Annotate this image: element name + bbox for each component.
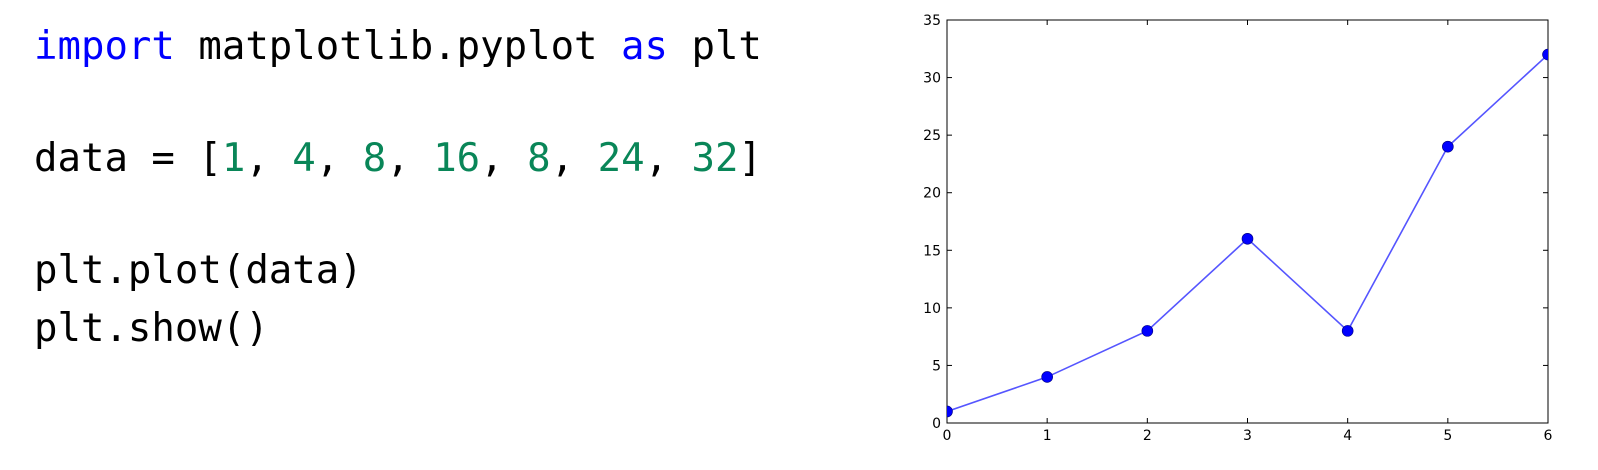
x-tick-label: 0 — [943, 428, 952, 444]
x-tick-label: 5 — [1443, 428, 1452, 444]
keyword-import: import — [34, 24, 175, 69]
data-point — [1241, 232, 1254, 245]
data-value: 8 — [527, 136, 551, 181]
list-close: ] — [738, 136, 762, 181]
y-tick-label: 35 — [923, 13, 941, 29]
y-tick-label: 30 — [923, 71, 941, 87]
x-tick-label: 1 — [1043, 428, 1052, 444]
line-chart: 0 1 2 3 4 5 6 0 5 10 15 20 25 30 35 — [890, 0, 1590, 470]
chart-svg: 0 1 2 3 4 5 6 0 5 10 15 20 25 30 35 — [923, 13, 1553, 444]
data-value: 16 — [433, 136, 481, 181]
plot-frame — [946, 19, 1549, 424]
code-snippet: import matplotlib.pyplot as plt data = [… — [34, 0, 864, 470]
separator: , — [315, 136, 363, 181]
separator: , — [480, 136, 528, 181]
separator: , — [245, 136, 293, 181]
data-point — [1542, 48, 1548, 61]
module-name: matplotlib.pyplot — [174, 24, 622, 69]
code-line-plot: plt.plot(data) — [34, 248, 363, 293]
data-value: 1 — [221, 136, 246, 181]
data-value: 8 — [362, 136, 387, 181]
data-point — [1041, 371, 1053, 383]
data-point — [947, 405, 953, 418]
x-tick-label: 3 — [1243, 428, 1252, 444]
separator: , — [386, 136, 434, 181]
x-tick-label: 6 — [1544, 428, 1553, 444]
data-point — [1341, 325, 1354, 337]
separator: , — [550, 136, 598, 181]
y-tick-label: 25 — [923, 128, 941, 144]
code-line-data: data = [1, 4, 8, 16, 8, 24, 32] — [34, 135, 762, 183]
code-line-show: plt.show() — [34, 306, 269, 351]
x-tick-label: 4 — [1343, 428, 1352, 444]
alias-name: plt — [667, 24, 762, 69]
keyword-as: as — [621, 24, 668, 69]
separator: , — [644, 136, 692, 181]
y-tick-label: 10 — [923, 301, 941, 317]
data-point — [1141, 325, 1154, 337]
data-value: 4 — [292, 136, 316, 181]
data-point — [1442, 140, 1454, 153]
data-assignment: data = [ — [34, 136, 222, 181]
code-line-import: import matplotlib.pyplot as plt — [34, 23, 762, 71]
x-tick-label: 2 — [1143, 428, 1152, 444]
data-value: 32 — [691, 136, 739, 181]
y-tick-label: 20 — [923, 186, 941, 202]
y-tick-label: 15 — [923, 243, 941, 259]
y-tick-label: 5 — [932, 358, 941, 374]
y-tick-label: 0 — [932, 416, 941, 432]
data-value: 24 — [597, 136, 645, 181]
